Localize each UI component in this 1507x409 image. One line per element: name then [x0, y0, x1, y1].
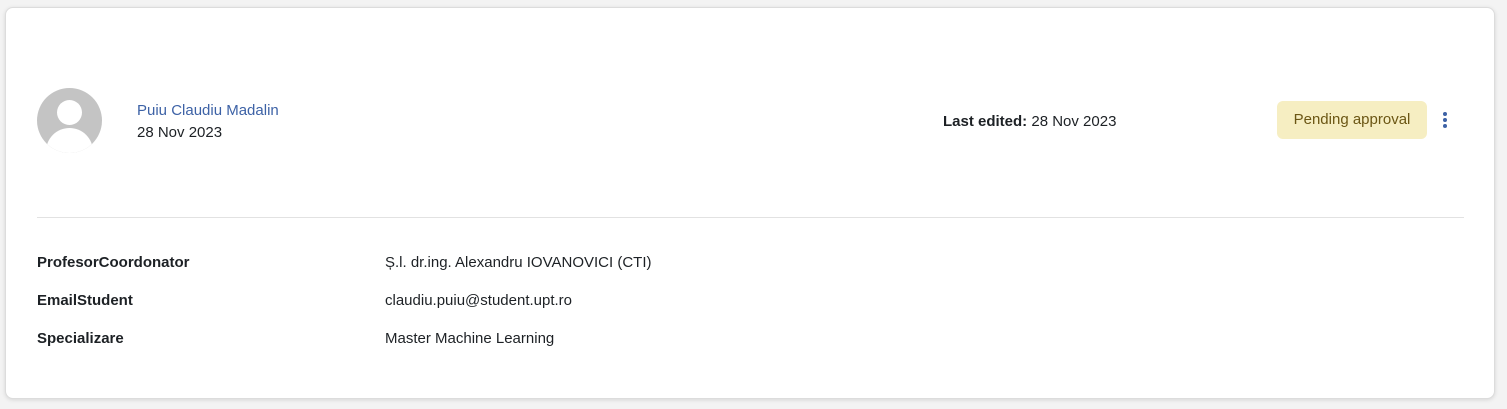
- entry-fields: ProfesorCoordonator Ș.l. dr.ing. Alexand…: [37, 248, 1457, 362]
- kebab-dot: [1443, 118, 1447, 122]
- field-value: claudiu.puiu@student.upt.ro: [385, 292, 573, 309]
- last-edited-label: Last edited:: [943, 113, 1028, 130]
- user-avatar-icon: [37, 88, 102, 153]
- last-edited: Last edited: 28 Nov 2023: [943, 113, 1116, 130]
- field-row-email-student: EmailStudent claudiu.puiu@student.upt.ro: [37, 286, 1457, 324]
- avatar-body: [46, 128, 93, 153]
- field-row-specializare: Specializare Master Machine Learning: [37, 324, 1457, 362]
- header-divider: [37, 217, 1464, 218]
- field-value: Ș.l. dr.ing. Alexandru IOVANOVICI (CTI): [385, 254, 652, 271]
- field-row-profesor-coordonator: ProfesorCoordonator Ș.l. dr.ing. Alexand…: [37, 248, 1457, 286]
- field-value: Master Machine Learning: [385, 330, 555, 347]
- field-label: EmailStudent: [37, 292, 133, 309]
- kebab-dot: [1443, 112, 1447, 116]
- field-label: Specializare: [37, 330, 124, 347]
- author-name-link[interactable]: Puiu Claudiu Madalin: [137, 102, 279, 119]
- kebab-dot: [1443, 124, 1447, 128]
- entry-header: Puiu Claudiu Madalin 28 Nov 2023 Last ed…: [6, 8, 1494, 218]
- author-date: 28 Nov 2023: [137, 124, 223, 141]
- last-edited-value: 28 Nov 2023: [1031, 113, 1117, 130]
- field-label: ProfesorCoordonator: [37, 254, 190, 271]
- kebab-menu-icon[interactable]: [1436, 108, 1454, 132]
- avatar-head: [57, 100, 82, 125]
- status-badge: Pending approval: [1277, 101, 1427, 139]
- database-entry-card: Puiu Claudiu Madalin 28 Nov 2023 Last ed…: [5, 7, 1495, 399]
